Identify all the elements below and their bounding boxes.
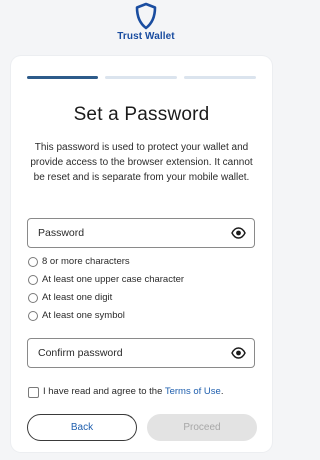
step-progress xyxy=(27,76,256,79)
rule-status-indicator xyxy=(28,257,38,267)
password-placeholder: Password xyxy=(38,227,85,239)
progress-step-2 xyxy=(105,76,177,79)
rule-label: 8 or more characters xyxy=(42,256,130,267)
terms-text: I have read and agree to the Terms of Us… xyxy=(43,386,223,397)
confirm-password-input[interactable]: Confirm password xyxy=(27,338,255,368)
brand-header: Trust Wallet xyxy=(0,2,292,42)
terms-of-use-link[interactable]: Terms of Use xyxy=(165,386,221,397)
terms-agreement: I have read and agree to the Terms of Us… xyxy=(27,386,257,400)
rule-item: At least one symbol xyxy=(27,310,257,328)
page-description: This password is used to protect your wa… xyxy=(30,142,253,183)
rule-label: At least one symbol xyxy=(42,310,125,321)
rule-item: At least one digit xyxy=(27,292,257,310)
rule-label: At least one digit xyxy=(42,292,113,303)
password-card: Set a Password This password is used to … xyxy=(11,56,272,452)
rule-label: At least one upper case character xyxy=(42,274,185,285)
page-title: Set a Password xyxy=(73,104,210,125)
progress-step-3 xyxy=(184,76,256,79)
shield-icon xyxy=(135,2,157,30)
rule-item: At least one upper case character xyxy=(27,274,257,292)
password-input[interactable]: Password xyxy=(27,218,255,248)
rule-status-indicator xyxy=(28,293,38,303)
terms-prefix: I have read and agree to the xyxy=(43,386,165,397)
terms-checkbox[interactable] xyxy=(28,387,39,398)
eye-icon[interactable] xyxy=(231,347,246,359)
proceed-button[interactable]: Proceed xyxy=(147,414,257,441)
eye-icon[interactable] xyxy=(231,227,246,239)
back-button[interactable]: Back xyxy=(27,414,137,441)
rule-item: 8 or more characters xyxy=(27,256,257,274)
password-rules: 8 or more characters At least one upper … xyxy=(27,256,257,328)
progress-step-1 xyxy=(27,76,98,79)
brand-name: Trust Wallet xyxy=(117,31,175,42)
rule-status-indicator xyxy=(28,311,38,321)
rule-status-indicator xyxy=(28,275,38,285)
terms-suffix: . xyxy=(220,386,224,397)
confirm-password-placeholder: Confirm password xyxy=(38,347,123,359)
